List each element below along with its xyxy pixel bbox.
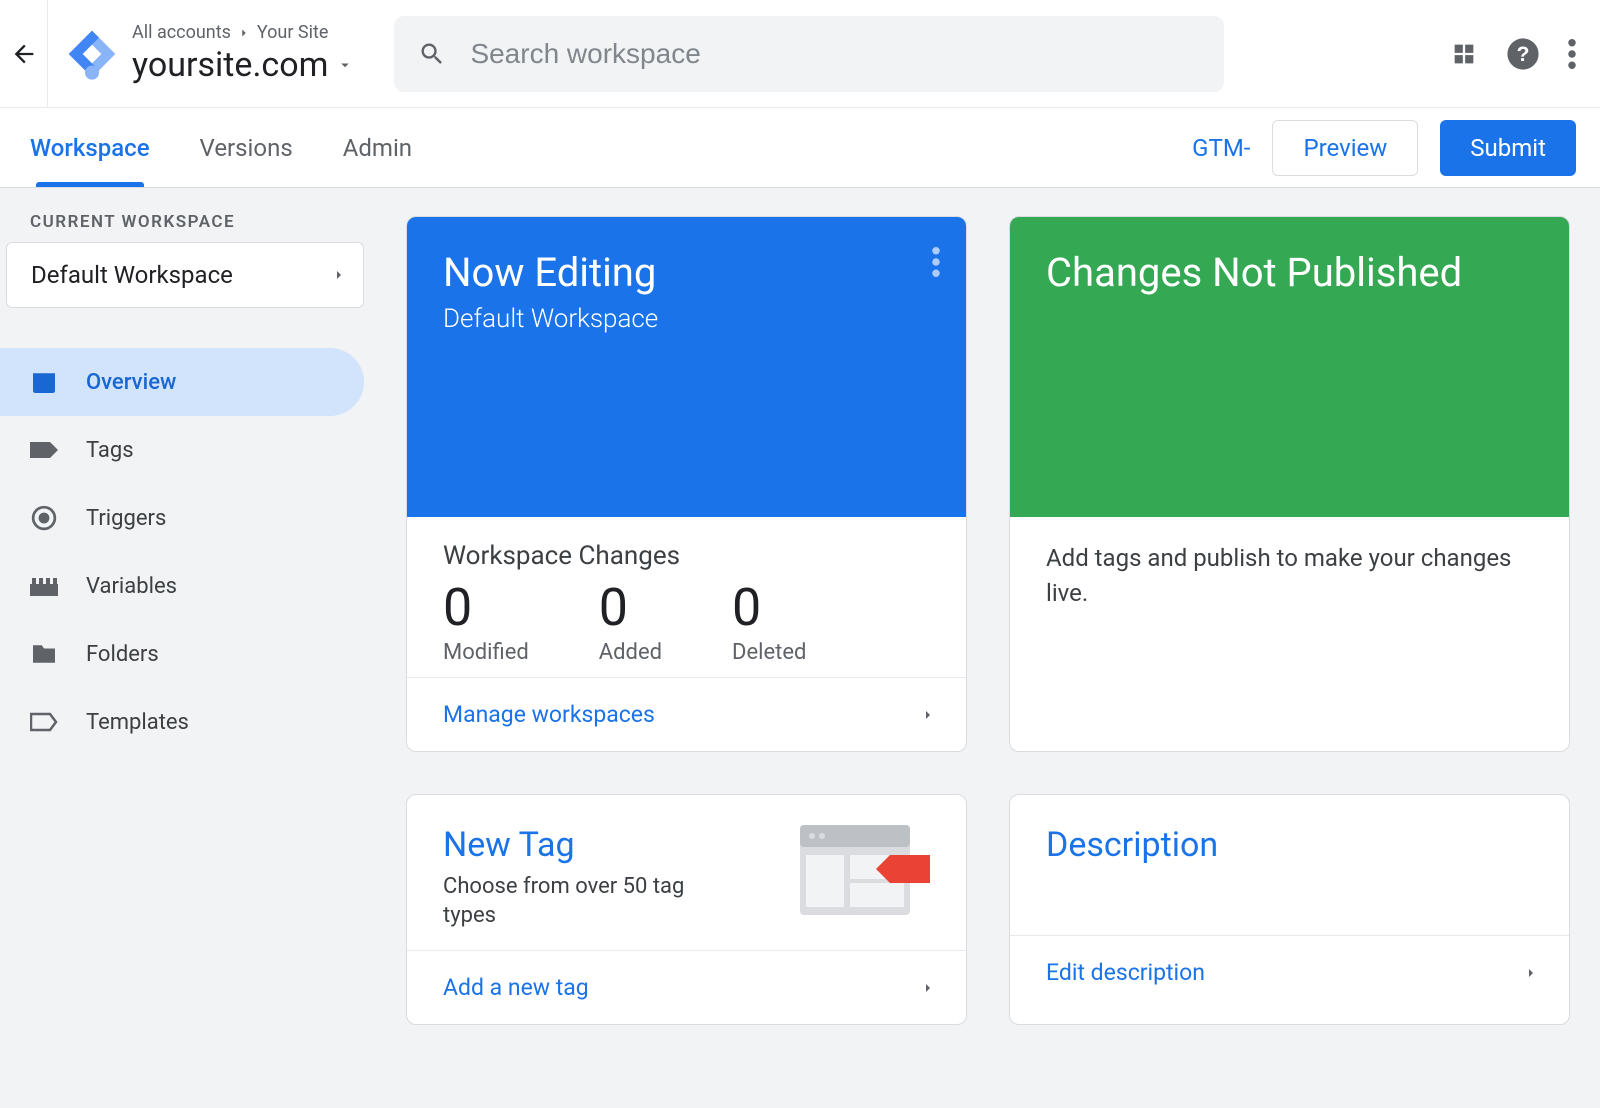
workspace-selector-label: Default Workspace xyxy=(31,261,233,289)
stat-label: Modified xyxy=(443,640,529,665)
stat-value: 0 xyxy=(732,577,806,638)
stat-value: 0 xyxy=(443,577,529,638)
workspace-selector[interactable]: Default Workspace xyxy=(6,242,364,308)
caret-down-icon xyxy=(336,56,354,74)
tag-window-icon xyxy=(800,825,930,925)
arrow-left-icon xyxy=(10,40,38,68)
main-area: CURRENT WORKSPACE Default Workspace Over… xyxy=(0,188,1600,1108)
topbar-actions: ? xyxy=(1450,37,1576,71)
chevron-right-icon xyxy=(920,702,936,728)
description-body: Description xyxy=(1010,795,1569,935)
changes-not-published-card: Changes Not Published Add tags and publi… xyxy=(1009,216,1570,752)
now-editing-title: Now Editing xyxy=(443,249,930,296)
footer-label: Edit description xyxy=(1046,959,1205,986)
chevron-right-icon xyxy=(237,26,251,40)
description-card: Description Edit description xyxy=(1009,794,1570,1025)
breadcrumb-all: All accounts xyxy=(132,22,231,43)
publish-text: Add tags and publish to make your change… xyxy=(1046,541,1533,611)
now-editing-hero: Now Editing Default Workspace xyxy=(407,217,966,517)
edit-description-link[interactable]: Edit description xyxy=(1010,935,1569,1009)
tab-admin[interactable]: Admin xyxy=(343,108,412,187)
stat-modified: 0 Modified xyxy=(443,577,529,665)
overview-icon xyxy=(30,368,58,396)
template-icon xyxy=(30,708,58,736)
breadcrumb-site: Your Site xyxy=(257,22,329,43)
nav-tags[interactable]: Tags xyxy=(0,416,364,484)
account-title-block: All accounts Your Site yoursite.com xyxy=(132,22,374,85)
nav-overview[interactable]: Overview xyxy=(0,348,364,416)
nav-triggers[interactable]: Triggers xyxy=(0,484,364,552)
top-card-row: Now Editing Default Workspace Workspace … xyxy=(406,216,1570,752)
stat-deleted: 0 Deleted xyxy=(732,577,806,665)
site-name: yoursite.com xyxy=(132,45,328,85)
now-editing-subtitle: Default Workspace xyxy=(443,304,930,334)
top-header: All accounts Your Site yoursite.com ? xyxy=(0,0,1600,108)
publish-body: Add tags and publish to make your change… xyxy=(1010,517,1569,751)
nav-label: Folders xyxy=(86,642,159,667)
gtm-logo xyxy=(48,26,132,82)
site-selector[interactable]: yoursite.com xyxy=(132,45,354,85)
new-tag-illustration xyxy=(800,825,930,930)
container-id[interactable]: GTM- xyxy=(1192,134,1250,162)
nav-folders[interactable]: Folders xyxy=(0,620,364,688)
footer-label: Manage workspaces xyxy=(443,701,655,728)
content-area: Now Editing Default Workspace Workspace … xyxy=(370,188,1600,1108)
stat-label: Added xyxy=(599,640,662,665)
chevron-right-icon xyxy=(331,262,347,288)
nav-templates[interactable]: Templates xyxy=(0,688,364,756)
tag-icon xyxy=(30,436,58,464)
search-icon xyxy=(418,39,446,69)
description-title: Description xyxy=(1046,825,1218,865)
manage-workspaces-link[interactable]: Manage workspaces xyxy=(407,677,966,751)
search-input[interactable] xyxy=(470,38,1200,70)
publish-hero: Changes Not Published xyxy=(1010,217,1569,517)
variables-icon xyxy=(30,572,58,600)
new-tag-card: New Tag Choose from over 50 tag types xyxy=(406,794,967,1025)
publish-title: Changes Not Published xyxy=(1046,249,1533,296)
new-tag-body: New Tag Choose from over 50 tag types xyxy=(407,795,966,950)
more-vert-icon xyxy=(932,247,940,277)
submit-button[interactable]: Submit xyxy=(1440,120,1576,176)
now-editing-card: Now Editing Default Workspace Workspace … xyxy=(406,216,967,752)
stat-label: Deleted xyxy=(732,640,806,665)
nav-variables[interactable]: Variables xyxy=(0,552,364,620)
sub-nav: Workspace Versions Admin GTM- Preview Su… xyxy=(0,108,1600,188)
stat-value: 0 xyxy=(599,577,662,638)
breadcrumb[interactable]: All accounts Your Site xyxy=(132,22,354,43)
chevron-right-icon xyxy=(920,975,936,1001)
tab-versions[interactable]: Versions xyxy=(200,108,293,187)
bottom-card-row: New Tag Choose from over 50 tag types xyxy=(406,794,1570,1025)
preview-button[interactable]: Preview xyxy=(1272,120,1418,176)
workspace-changes-body: Workspace Changes 0 Modified 0 Added 0 D xyxy=(407,517,966,677)
help-icon[interactable]: ? xyxy=(1506,37,1540,71)
chevron-right-icon xyxy=(1523,960,1539,986)
new-tag-subtitle: Choose from over 50 tag types xyxy=(443,873,723,930)
nav-label: Tags xyxy=(86,438,134,463)
trigger-icon xyxy=(30,504,58,532)
current-workspace-label: CURRENT WORKSPACE xyxy=(0,212,370,242)
apps-icon[interactable] xyxy=(1450,40,1478,68)
stats-row: 0 Modified 0 Added 0 Deleted xyxy=(443,577,930,665)
stat-added: 0 Added xyxy=(599,577,662,665)
add-new-tag-link[interactable]: Add a new tag xyxy=(407,950,966,1024)
new-tag-title: New Tag xyxy=(443,825,723,865)
nav-label: Triggers xyxy=(86,506,166,531)
back-button[interactable] xyxy=(0,0,48,108)
sidebar: CURRENT WORKSPACE Default Workspace Over… xyxy=(0,188,370,1108)
nav-label: Overview xyxy=(86,370,176,395)
nav-label: Templates xyxy=(86,710,189,735)
search-box[interactable] xyxy=(394,16,1224,92)
card-menu-button[interactable] xyxy=(932,247,940,277)
tag-manager-icon xyxy=(64,26,120,82)
nav-label: Variables xyxy=(86,574,177,599)
more-vert-icon[interactable] xyxy=(1568,39,1576,69)
svg-text:?: ? xyxy=(1517,42,1530,66)
workspace-changes-heading: Workspace Changes xyxy=(443,541,930,571)
tab-workspace[interactable]: Workspace xyxy=(30,108,150,187)
subnav-tabs: Workspace Versions Admin xyxy=(30,108,412,187)
folder-icon xyxy=(30,640,58,668)
footer-label: Add a new tag xyxy=(443,974,589,1001)
